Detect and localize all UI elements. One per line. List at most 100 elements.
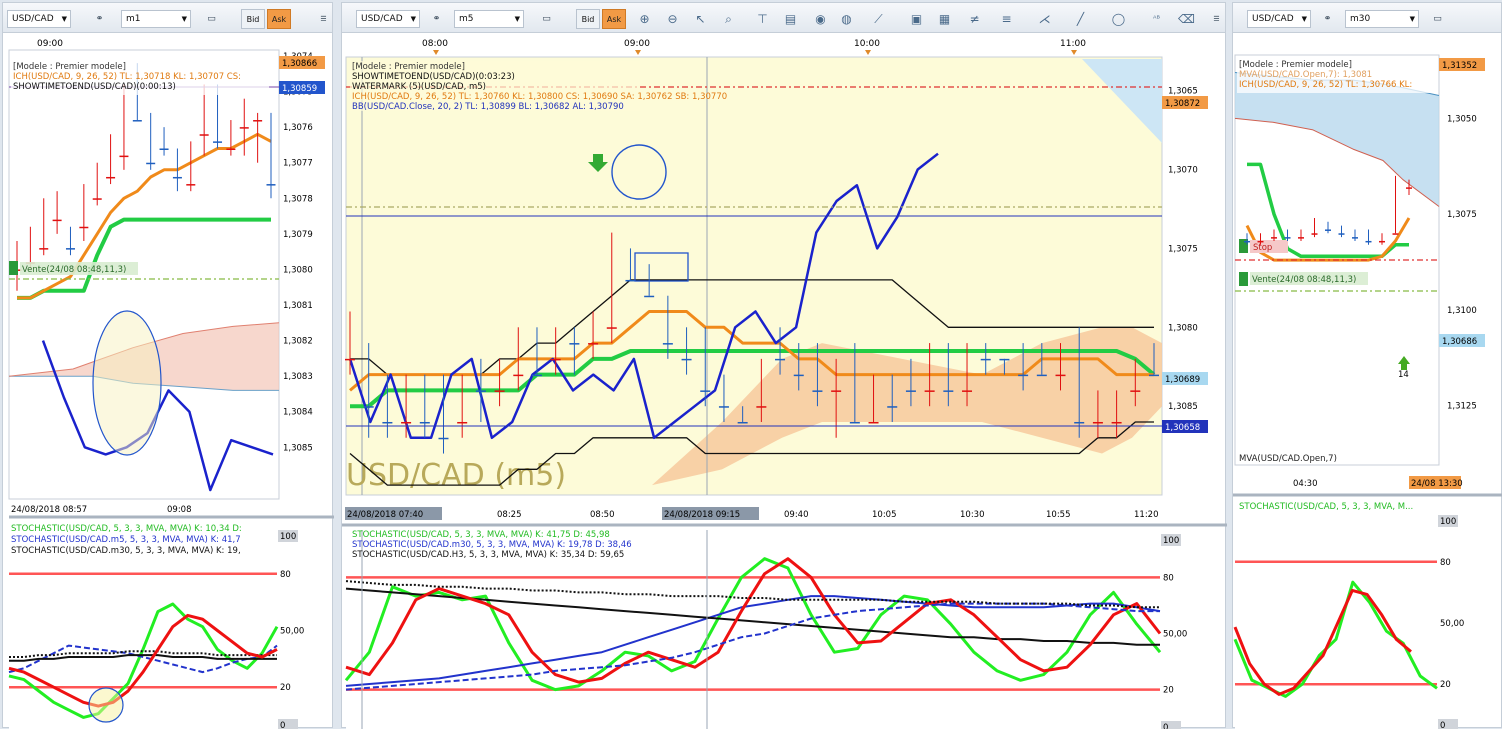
candle [92,198,102,200]
chevron-down-icon: ▼ [1301,15,1307,23]
stoch-legend-1: STOCHASTIC(USD/CAD, 5, 3, 3, MVA, MVA) K… [352,530,610,540]
chevron-down-icon: ▼ [181,15,187,23]
candle [756,406,767,408]
globe-icon[interactable]: ◍ [838,11,855,27]
candle [266,184,276,186]
bid-button[interactable]: Bid [241,9,265,29]
middle-toolbar: USD/CAD ▼ ⚭ m5 ▼ ▭ Bid Ask ⊕ ⊖ ↖ ⌕ ⊤ ▤ ◉ ◍… [342,3,1225,33]
x-label-0: 24/08/2018 08:57 [11,505,87,515]
candle [700,390,711,392]
candle [513,374,524,377]
chevron-down-icon: ▼ [514,15,520,23]
highlight-ellipse [92,310,162,456]
cursor-icon[interactable]: ↖ [692,11,709,27]
x-label-4: 09:40 [784,510,809,520]
ask-button[interactable]: Ask [267,9,291,29]
x-label-1: 09:08 [167,505,192,515]
link-icon[interactable]: ⚭ [89,8,110,30]
candle [588,343,599,345]
y-tick-label: 50,00 [280,627,304,637]
ask-button[interactable]: Ask [602,9,626,29]
trendline-icon[interactable]: ╱ [1072,11,1089,27]
legend-line-2: SHOWTIMETOEND(USD/CAD)(0:03:23) [352,72,515,82]
y-tick-label: 1,3076 [283,123,313,133]
vente-marker [9,261,18,275]
stoch-legend-2: STOCHASTIC(USD/CAD.m30, 5, 3, 3, MVA, MV… [352,540,632,550]
candle [1036,374,1047,377]
y-axis: 1,3085 1,3080 1,3075 1,3070 1,3065 [1168,87,1198,413]
price-tag-top-text: 1,30866 [282,59,317,69]
fibonacci-icon[interactable]: ≠ [966,11,983,27]
y-tick-label: 1,3077 [283,159,313,169]
ellipse-icon[interactable]: ◯ [1110,11,1127,27]
link-icon[interactable]: ⚭ [1317,8,1338,30]
indicator-icon[interactable]: ⊤ [754,11,771,27]
chart-type-icon[interactable]: ▭ [1427,8,1448,30]
legend-line-4: ICH(USD/CAD, 9, 26, 52) TL: 1,30760 KL: … [352,92,727,102]
candle [550,358,561,361]
candle [1311,233,1318,235]
symbol-select[interactable]: USD/CAD ▼ [7,10,71,28]
y-tick-label: 1,3078 [283,194,313,204]
symbol-label: USD/CAD [1252,14,1294,24]
stoch-legend-3: STOCHASTIC(USD/CAD.H3, 5, 3, 3, MVA, MVA… [352,550,624,560]
x-label-6: 10:30 [960,510,985,520]
x-label-8: 11:20 [1134,510,1159,520]
candle [253,120,263,122]
y-axis: 1,3085 1,3084 1,3083 1,3082 1,3081 1,3080 1,30… [283,52,313,453]
bid-button[interactable]: Bid [576,9,600,29]
candle [494,390,505,392]
time-label-top: 11:00 [1060,39,1086,49]
ruler-icon[interactable]: ⟋ [870,11,887,27]
stoch-plot-area [1235,500,1439,729]
eye-icon[interactable]: ◉ [812,11,829,27]
candle [644,295,655,298]
timeframe-select[interactable]: m30 ▼ [1345,10,1419,28]
timeframe-select[interactable]: m1 ▼ [121,10,191,28]
y-tick-label: 1,3083 [283,372,313,382]
y-tick-label: 1,3079 [283,230,313,240]
menu-icon[interactable]: ☰ [313,8,334,30]
candle [718,406,729,408]
timeframe-select[interactable]: m5 ▼ [454,10,524,28]
chart-type-icon[interactable]: ▭ [536,8,557,30]
layers-icon[interactable]: ▦ [936,11,953,27]
zoom-in-icon[interactable]: ⊕ [636,11,653,27]
vente-marker [1239,272,1248,286]
time-label-top: 09:00 [37,39,63,49]
arrow-label: 14 [1398,370,1409,380]
symbol-select[interactable]: USD/CAD ▼ [356,10,420,28]
link-icon[interactable]: ⚭ [426,8,447,30]
legend-line-2: MVA(USD/CAD.Open,7): 1,3081 [1239,70,1372,80]
template-icon[interactable]: ▤ [782,11,799,27]
chevron-down-icon: ▼ [1409,15,1415,23]
fan-icon[interactable]: ⋌ [1036,11,1053,27]
zoom-out-icon[interactable]: ⊖ [664,11,681,27]
stoch-legend-3: STOCHASTIC(USD/CAD.m30, 5, 3, 3, MVA, MV… [11,546,241,556]
menu-icon[interactable]: ☰ [1206,8,1227,30]
image-icon[interactable]: ▣ [908,11,925,27]
candle [52,219,62,222]
candle [943,390,954,392]
candle [401,421,412,424]
candle [1074,421,1085,424]
candle [119,155,129,158]
magnifier-icon[interactable]: ⌕ [720,11,737,27]
candle [625,279,636,282]
left-chart-window: USD/CAD ▼ ⚭ m1 ▼ ▭ Bid Ask ☰ 09:00 1,3085 1… [2,2,334,729]
eraser-icon[interactable]: ⌫ [1178,11,1195,27]
text-tool-icon[interactable]: ᴬᴮ [1148,11,1165,27]
lines-icon[interactable]: ≡ [998,11,1015,27]
stop-label: Stop [1253,243,1272,253]
right-chart-window: USD/CAD ▼ ⚭ m30 ▼ ▭ Stop Vente(24/08 08:48… [1232,2,1502,729]
chart-type-icon[interactable]: ▭ [201,8,222,30]
candle [438,437,449,440]
candle [159,148,169,150]
time-marker-icon [1071,50,1077,55]
y-tick-label: 20 [280,683,291,693]
symbol-select[interactable]: USD/CAD ▼ [1247,10,1311,28]
y-tick-label: 80 [1163,573,1174,583]
time-label-top: 08:00 [422,39,448,49]
y-tick-label: 1,3075 [1168,244,1198,254]
price-tag-low-text: 1,30658 [1165,423,1200,433]
